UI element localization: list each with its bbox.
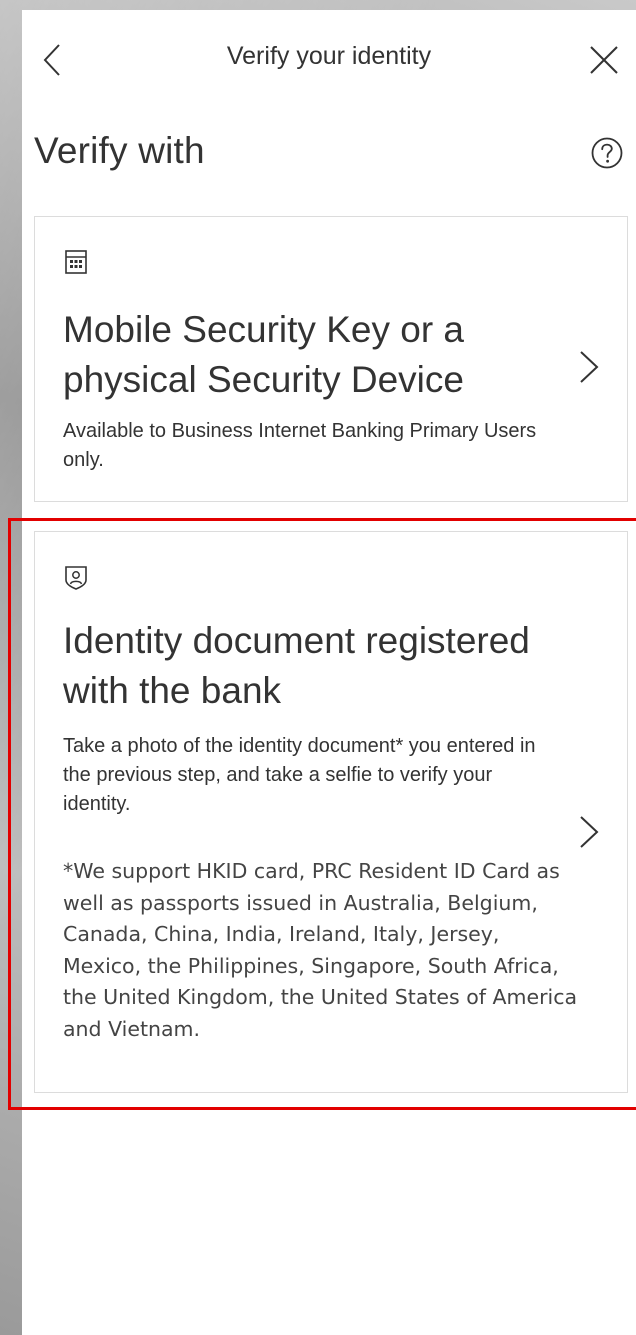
option-description: Available to Business Internet Banking P… [63,420,537,471]
option-description: Take a photo of the identity document* y… [63,735,536,815]
verify-identity-panel: Verify your identity Verify with Mobile … [22,10,636,1335]
option-card-security-device[interactable]: Mobile Security Key or a physical Securi… [34,216,628,502]
section-heading-row: Verify with [34,130,624,190]
page-title: Verify your identity [226,42,432,70]
option-title: Mobile Security Key or a physical Securi… [63,309,465,400]
supported-documents-note: *We support HKID card, PRC Resident ID C… [63,859,578,1041]
close-icon [590,46,618,74]
question-circle-icon[interactable] [590,136,624,170]
option-title: Identity document registered with the ba… [63,620,530,711]
chevron-right-icon [580,351,599,383]
close-button[interactable] [582,38,626,82]
section-heading: Verify with [34,130,205,171]
chevron-right-icon [580,816,599,848]
header: Verify your identity [22,10,636,102]
calculator-icon [65,250,87,274]
id-badge-icon [65,566,87,590]
option-card-identity-document[interactable]: Identity document registered with the ba… [34,531,628,1093]
